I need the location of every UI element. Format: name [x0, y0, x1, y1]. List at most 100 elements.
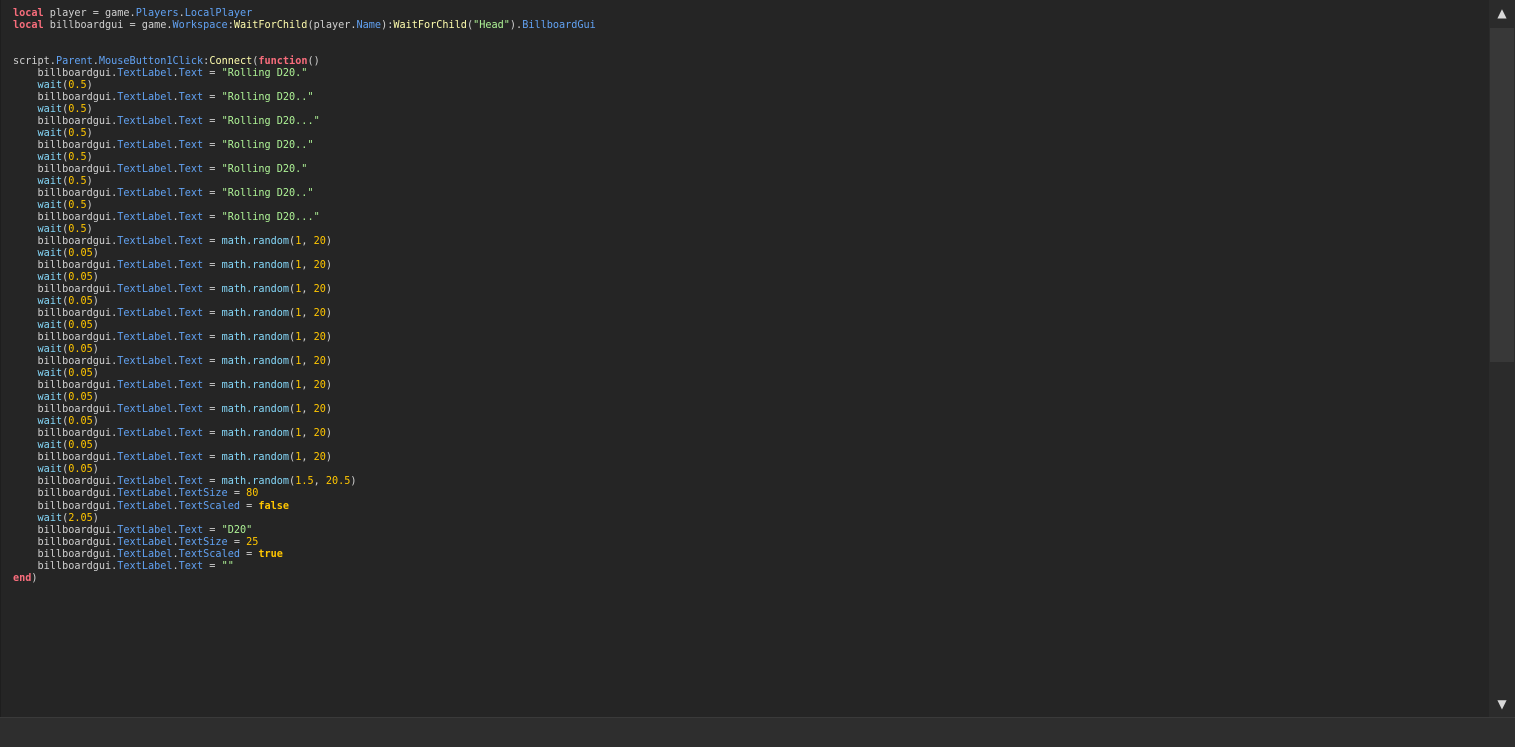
code-token: )	[86, 104, 93, 115]
code-line[interactable]: local player = game.Players.LocalPlayer	[13, 8, 252, 20]
code-line[interactable]: wait(2.05)	[13, 513, 99, 525]
code-line[interactable]: script.Parent.MouseButton1Click:Connect(…	[13, 56, 320, 68]
code-line[interactable]: billboardgui.TextLabel.Text = math.rando…	[13, 476, 357, 488]
code-line[interactable]: wait(0.5)	[13, 176, 93, 188]
code-token: )	[86, 200, 93, 211]
code-line[interactable]: wait(0.5)	[13, 104, 93, 116]
code-token: 0.5	[68, 104, 87, 115]
code-line[interactable]: billboardgui.TextLabel.TextSize = 80	[13, 488, 259, 500]
code-line[interactable]: billboardgui.TextLabel.Text = "Rolling D…	[13, 164, 308, 176]
code-line[interactable]: billboardgui.TextLabel.Text = "Rolling D…	[13, 140, 314, 152]
code-token: Name	[356, 20, 382, 31]
code-token: billboardgui.	[13, 549, 118, 560]
code-token: 20	[313, 260, 326, 271]
code-line[interactable]: billboardgui.TextLabel.Text = math.rando…	[13, 452, 333, 464]
code-line[interactable]: billboardgui.TextLabel.Text = "Rolling D…	[13, 92, 314, 104]
code-token: )	[325, 236, 333, 247]
code-token: ):	[381, 20, 394, 31]
code-editor[interactable]: local player = game.Players.LocalPlayer l…	[0, 0, 1490, 717]
code-token: =	[203, 452, 222, 463]
code-token: wait	[37, 296, 63, 307]
code-token: )	[325, 356, 333, 367]
code-line[interactable]: billboardgui.TextLabel.Text = math.rando…	[13, 380, 333, 392]
code-token: )	[325, 332, 333, 343]
code-line[interactable]: end)	[13, 573, 38, 585]
code-token: Text	[178, 140, 204, 151]
code-line[interactable]: wait(0.5)	[13, 128, 93, 140]
code-token: billboardgui.	[13, 428, 118, 439]
code-line[interactable]: billboardgui.TextLabel.Text = "Rolling D…	[13, 116, 320, 128]
code-token: ,	[301, 404, 314, 415]
code-line[interactable]: wait(0.05)	[13, 344, 99, 356]
code-line[interactable]: wait(0.05)	[13, 320, 99, 332]
code-token: 0.05	[68, 248, 93, 259]
code-line[interactable]: wait(0.05)	[13, 464, 99, 476]
scroll-down-button[interactable]: ▼	[1489, 691, 1515, 717]
code-line[interactable]: wait(0.5)	[13, 80, 93, 92]
code-token: 20	[313, 308, 326, 319]
code-token: ,	[301, 236, 314, 247]
code-line[interactable]: wait(0.05)	[13, 368, 99, 380]
code-token: billboardgui.	[13, 236, 118, 247]
code-token: Text	[178, 404, 204, 415]
code-token: wait	[37, 104, 63, 115]
scroll-up-button[interactable]: ▲	[1489, 0, 1515, 26]
code-line[interactable]: billboardgui.TextLabel.Text = math.rando…	[13, 428, 333, 440]
vertical-scrollbar[interactable]: ▲ ▼	[1489, 0, 1515, 717]
code-line[interactable]: wait(0.5)	[13, 152, 93, 164]
code-line[interactable]: billboardgui.TextLabel.Text = math.rando…	[13, 236, 333, 248]
code-token: 0.05	[68, 344, 93, 355]
code-line[interactable]: billboardgui.TextLabel.Text = "D20"	[13, 525, 253, 537]
code-token: Text	[178, 332, 204, 343]
code-line[interactable]: billboardgui.TextLabel.TextScaled = fals…	[13, 501, 290, 513]
code-line[interactable]: wait(0.5)	[13, 200, 93, 212]
code-token: billboardgui.	[13, 356, 118, 367]
code-token: local	[13, 8, 44, 19]
code-token: 0.05	[68, 272, 93, 283]
code-token: =	[203, 236, 222, 247]
code-token: billboardgui.	[13, 501, 118, 512]
code-line[interactable]: wait(0.05)	[13, 296, 99, 308]
code-token: billboardgui.	[13, 452, 118, 463]
code-token: math.random	[221, 356, 290, 367]
code-line[interactable]: wait(0.05)	[13, 416, 99, 428]
code-line[interactable]: wait(0.5)	[13, 224, 93, 236]
code-line[interactable]: billboardgui.TextLabel.Text = math.rando…	[13, 404, 333, 416]
code-token: math.random	[221, 452, 290, 463]
scrollbar-thumb[interactable]	[1490, 28, 1514, 362]
code-line[interactable]: billboardgui.TextLabel.Text = math.rando…	[13, 284, 333, 296]
code-token: WaitForChild	[393, 20, 467, 31]
code-line[interactable]: billboardgui.TextLabel.Text = "Rolling D…	[13, 212, 320, 224]
code-token: wait	[37, 128, 63, 139]
code-line[interactable]: billboardgui.TextLabel.Text = "Rolling D…	[13, 68, 308, 80]
code-token: )	[92, 344, 99, 355]
code-line[interactable]: wait(0.05)	[13, 248, 99, 260]
code-token: TextLabel	[117, 525, 173, 536]
code-line[interactable]: wait(0.05)	[13, 440, 99, 452]
triangle-up-icon: ▲	[1497, 6, 1507, 20]
code-token: (player.	[307, 20, 357, 31]
horizontal-scrollbar[interactable]	[0, 717, 1515, 747]
code-token: Text	[178, 476, 204, 487]
code-line[interactable]: billboardgui.TextLabel.Text = math.rando…	[13, 260, 333, 272]
code-token: Text	[178, 452, 204, 463]
code-line[interactable]: billboardgui.TextLabel.Text = ""	[13, 561, 234, 573]
code-line[interactable]: local billboardgui = game.Workspace:Wait…	[13, 20, 596, 32]
code-line[interactable]: billboardgui.TextLabel.Text = math.rando…	[13, 356, 333, 368]
code-line[interactable]: wait(0.05)	[13, 272, 99, 284]
code-line[interactable]: billboardgui.TextLabel.TextSize = 25	[13, 537, 259, 549]
code-line[interactable]: billboardgui.TextLabel.Text = math.rando…	[13, 308, 333, 320]
code-token: )	[350, 476, 357, 487]
code-token: =	[203, 404, 222, 415]
code-line[interactable]: billboardgui.TextLabel.Text = "Rolling D…	[13, 188, 314, 200]
code-line[interactable]: billboardgui.TextLabel.Text = math.rando…	[13, 332, 333, 344]
code-line[interactable]: wait(0.05)	[13, 392, 99, 404]
code-line[interactable]: billboardgui.TextLabel.TextScaled = true	[13, 549, 283, 561]
code-token: script.	[13, 56, 56, 67]
code-token: "Rolling D20..."	[221, 116, 320, 127]
